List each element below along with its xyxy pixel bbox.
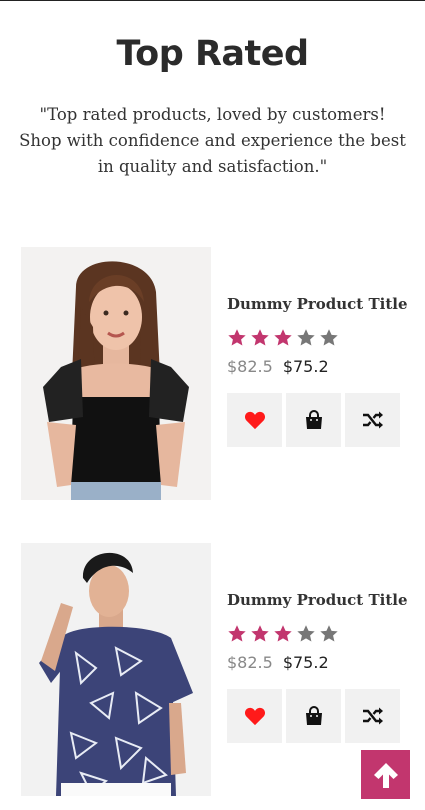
star-filled-icon xyxy=(251,625,269,642)
old-price: $82.5 xyxy=(227,357,273,376)
new-price: $75.2 xyxy=(282,653,329,672)
product-actions xyxy=(227,689,400,743)
heart-icon xyxy=(244,707,265,726)
product-image[interactable] xyxy=(21,543,211,796)
compare-button[interactable] xyxy=(345,393,400,447)
price-row: $82.5 $75.2 xyxy=(227,357,329,376)
star-empty-icon xyxy=(320,329,338,346)
arrow-up-icon xyxy=(373,762,398,788)
shuffle-icon xyxy=(362,411,383,429)
add-to-cart-button[interactable] xyxy=(286,689,341,743)
section-description: "Top rated products, loved by customers!… xyxy=(19,105,406,176)
product-card: Dummy Product Title $82.5 $75.2 xyxy=(21,543,408,796)
product-title[interactable]: Dummy Product Title xyxy=(227,295,408,313)
section-title: Top Rated xyxy=(116,34,309,74)
shuffle-icon xyxy=(362,707,383,725)
new-price: $75.2 xyxy=(282,357,329,376)
price-row: $82.5 $75.2 xyxy=(227,653,329,672)
product-actions xyxy=(227,393,400,447)
add-to-wishlist-button[interactable] xyxy=(227,689,282,743)
star-filled-icon xyxy=(228,329,246,346)
shopping-bag-icon xyxy=(305,706,322,725)
product-title[interactable]: Dummy Product Title xyxy=(227,591,408,609)
star-filled-icon xyxy=(274,329,292,346)
star-empty-icon xyxy=(297,625,315,642)
scroll-to-top-button[interactable] xyxy=(361,750,410,799)
add-to-wishlist-button[interactable] xyxy=(227,393,282,447)
product-info: Dummy Product Title $82.5 $75.2 xyxy=(227,247,408,500)
compare-button[interactable] xyxy=(345,689,400,743)
star-filled-icon xyxy=(228,625,246,642)
old-price: $82.5 xyxy=(227,653,273,672)
heart-icon xyxy=(244,411,265,430)
star-filled-icon xyxy=(274,625,292,642)
star-empty-icon xyxy=(320,625,338,642)
product-rating xyxy=(227,328,339,348)
product-image[interactable] xyxy=(21,247,211,500)
product-card: Dummy Product Title $82.5 $75.2 xyxy=(21,247,408,500)
shopping-bag-icon xyxy=(305,410,322,429)
star-filled-icon xyxy=(251,329,269,346)
header-divider xyxy=(0,0,425,1)
add-to-cart-button[interactable] xyxy=(286,393,341,447)
product-rating xyxy=(227,624,339,644)
star-empty-icon xyxy=(297,329,315,346)
